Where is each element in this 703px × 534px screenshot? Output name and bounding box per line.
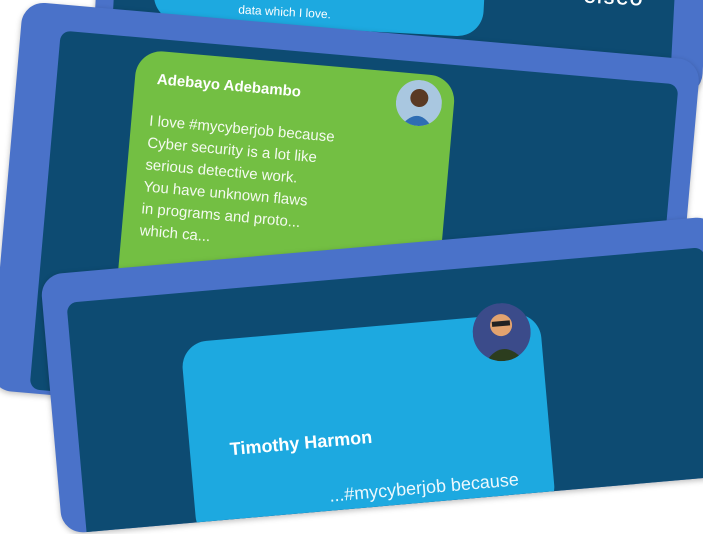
cisco-logo: CISCO <box>583 0 645 11</box>
card-inner-panel: Timothy Harmon ...#mycyberjob because <box>66 247 703 534</box>
cisco-wordmark: CISCO <box>583 0 644 11</box>
avatar <box>470 300 534 364</box>
quote-line: which ca... <box>138 222 212 246</box>
avatar <box>393 78 444 128</box>
author-name: Adebayo Adebambo <box>156 71 302 101</box>
